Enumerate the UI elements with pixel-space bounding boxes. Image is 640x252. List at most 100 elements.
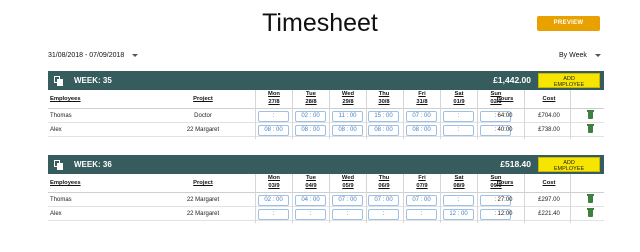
table-row: Thomas Doctor : 02 : 00 11 : 00 15 : 00 07 :… bbox=[48, 109, 604, 123]
column-divider bbox=[329, 174, 330, 223]
trash-icon bbox=[586, 194, 594, 203]
chevron-down-icon bbox=[132, 54, 139, 57]
time-input[interactable]: : bbox=[258, 208, 289, 220]
column-header-day[interactable]: Mon 03/9 bbox=[256, 175, 292, 190]
time-input[interactable]: 02 : 00 bbox=[295, 110, 326, 122]
column-divider bbox=[524, 90, 525, 139]
day-date: 07/9 bbox=[416, 182, 428, 189]
column-header-employees[interactable]: Employees bbox=[50, 174, 81, 192]
column-header-day[interactable]: Sat 01/9 bbox=[441, 91, 477, 106]
trash-icon bbox=[586, 110, 594, 119]
delete-row-button[interactable] bbox=[581, 123, 599, 136]
time-input[interactable]: 04 : 00 bbox=[295, 194, 326, 206]
column-header-day[interactable]: Tue 28/8 bbox=[293, 91, 329, 106]
column-header-hours[interactable]: Hours bbox=[485, 174, 525, 192]
column-header-day[interactable]: Thu 30/8 bbox=[366, 91, 402, 106]
day-name: Mon bbox=[268, 91, 280, 97]
column-header-day[interactable]: Tue 04/9 bbox=[293, 175, 329, 190]
delete-row-button[interactable] bbox=[581, 207, 599, 220]
week-section: WEEK: 36 £518.40 ADD EMPLOYEE Employees Proje… bbox=[48, 155, 604, 223]
delete-row-button[interactable] bbox=[581, 193, 599, 206]
column-header-day[interactable]: Wed 29/8 bbox=[330, 91, 366, 106]
add-employee-button[interactable]: ADD EMPLOYEE bbox=[538, 73, 600, 88]
column-header-row: Employees Project Mon 03/9 Tue 04/9 Wed 05/9 Thu… bbox=[48, 174, 604, 193]
week-section: WEEK: 35 £1,442.00 ADD EMPLOYEE Employees Pro… bbox=[48, 71, 604, 139]
row-cost: £221.40 bbox=[538, 210, 560, 217]
time-input[interactable]: 07 : 00 bbox=[368, 194, 399, 206]
time-input[interactable]: : bbox=[443, 110, 474, 122]
add-employee-label-line2: EMPLOYEE bbox=[553, 165, 585, 172]
week-label: WEEK: 35 bbox=[74, 76, 112, 85]
row-hours: 12:00 bbox=[497, 210, 513, 217]
column-header-day[interactable]: Wed 05/9 bbox=[330, 175, 366, 190]
column-header-day[interactable]: Mon 27/8 bbox=[256, 91, 292, 106]
column-header-day[interactable]: Sat 08/9 bbox=[441, 175, 477, 190]
time-input[interactable]: 07 : 00 bbox=[332, 194, 363, 206]
day-date: 30/8 bbox=[378, 98, 390, 105]
view-mode-select[interactable]: By Week bbox=[559, 52, 601, 59]
project-name: 22 Margaret bbox=[186, 210, 220, 217]
table-row: Alex 22 Margaret 08 : 00 08 : 00 08 : 00 08 :… bbox=[48, 123, 604, 137]
column-header-cost[interactable]: Cost bbox=[529, 174, 569, 192]
time-input[interactable]: : bbox=[406, 208, 437, 220]
column-divider bbox=[255, 90, 256, 139]
time-input[interactable]: 08 : 00 bbox=[295, 124, 326, 136]
employee-name: Thomas bbox=[50, 112, 72, 119]
column-header-hours[interactable]: Hours bbox=[485, 90, 525, 108]
time-input[interactable]: 08 : 00 bbox=[368, 124, 399, 136]
column-header-employees[interactable]: Employees bbox=[50, 90, 81, 108]
column-divider bbox=[477, 90, 478, 139]
add-employee-button[interactable]: ADD EMPLOYEE bbox=[538, 157, 600, 172]
time-input[interactable]: 08 : 00 bbox=[406, 124, 437, 136]
column-divider bbox=[440, 90, 441, 139]
time-input[interactable]: : bbox=[368, 208, 399, 220]
time-input[interactable]: 07 : 00 bbox=[406, 110, 437, 122]
time-input[interactable]: 08 : 00 bbox=[332, 124, 363, 136]
employee-name: Alex bbox=[50, 210, 62, 217]
time-input[interactable]: 11 : 00 bbox=[332, 110, 363, 122]
column-header-row: Employees Project Mon 27/8 Tue 28/8 Wed 29/8 Thu… bbox=[48, 90, 604, 109]
day-date: 01/9 bbox=[453, 98, 465, 105]
project-name: Doctor bbox=[194, 112, 212, 119]
day-date: 03/9 bbox=[268, 182, 280, 189]
time-input[interactable]: 12 : 00 bbox=[443, 208, 474, 220]
column-header-cost[interactable]: Cost bbox=[529, 90, 569, 108]
project-name: 22 Margaret bbox=[186, 126, 220, 133]
column-divider bbox=[570, 90, 571, 139]
time-input[interactable]: 08 : 00 bbox=[258, 124, 289, 136]
delete-row-button[interactable] bbox=[581, 109, 599, 122]
column-divider bbox=[292, 174, 293, 223]
day-name: Tue bbox=[306, 175, 316, 181]
column-divider bbox=[255, 174, 256, 223]
column-divider bbox=[403, 174, 404, 223]
column-header-project[interactable]: Project bbox=[153, 174, 253, 192]
column-header-day[interactable]: Thu 06/9 bbox=[366, 175, 402, 190]
day-name: Sat bbox=[454, 91, 464, 97]
time-input[interactable]: : bbox=[295, 208, 326, 220]
time-input[interactable]: 02 : 00 bbox=[258, 194, 289, 206]
time-input[interactable]: : bbox=[332, 208, 363, 220]
timesheet-icon bbox=[54, 75, 64, 86]
date-range-value: 31/08/2018 - 07/09/2018 bbox=[48, 52, 125, 59]
day-date: 04/9 bbox=[305, 182, 317, 189]
column-header-project[interactable]: Project bbox=[153, 90, 253, 108]
time-input[interactable]: : bbox=[443, 124, 474, 136]
employee-name: Thomas bbox=[50, 196, 72, 203]
trash-icon bbox=[586, 208, 594, 217]
column-header-day[interactable]: Fri 31/8 bbox=[404, 91, 440, 106]
column-divider bbox=[366, 174, 367, 223]
day-date: 31/8 bbox=[416, 98, 428, 105]
day-name: Thu bbox=[378, 175, 390, 181]
day-date: 06/9 bbox=[378, 182, 390, 189]
week-total: £518.40 bbox=[500, 159, 531, 169]
column-divider bbox=[403, 90, 404, 139]
date-range-select[interactable]: 31/08/2018 - 07/09/2018 bbox=[48, 52, 139, 59]
trash-icon bbox=[586, 124, 594, 133]
preview-button[interactable]: PREVIEW bbox=[537, 16, 600, 31]
time-input[interactable]: 15 : 00 bbox=[368, 110, 399, 122]
time-input[interactable]: : bbox=[258, 110, 289, 122]
row-hours: 64:00 bbox=[497, 112, 513, 119]
column-header-day[interactable]: Fri 07/9 bbox=[404, 175, 440, 190]
time-input[interactable]: 07 : 00 bbox=[406, 194, 437, 206]
time-input[interactable]: : bbox=[443, 194, 474, 206]
